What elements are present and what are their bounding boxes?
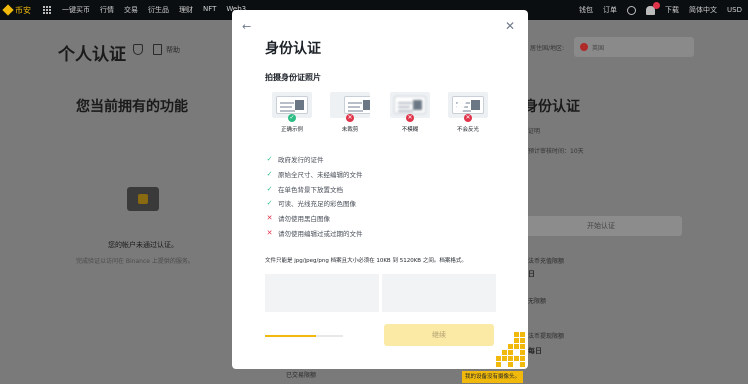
region-label: 居住国/地区: <box>530 45 565 52</box>
nav-item[interactable]: 行情 <box>100 5 114 15</box>
requirement-item: ✕ 请勿使用黑白图像 <box>266 214 330 224</box>
section-title: 拍摄身份证照片 <box>265 73 321 82</box>
nav-item[interactable]: 理财 <box>179 5 193 15</box>
region-value: 英国 <box>592 45 605 52</box>
nav-item[interactable]: 交易 <box>124 5 138 15</box>
upload-front-area[interactable] <box>265 274 379 312</box>
check-icon: ✓ <box>266 184 273 193</box>
requirement-item: ✕ 请勿使用编辑过或过期的文件 <box>266 228 363 238</box>
nav-item[interactable]: NFT <box>203 5 216 15</box>
nav-download[interactable]: 下载 <box>665 5 679 15</box>
withdraw-limit-label: 法币提现限额 <box>528 333 565 340</box>
verification-line: 证明 <box>528 128 541 135</box>
region-select[interactable]: 英国 <box>574 37 694 57</box>
sample-label: 正确示例 <box>280 127 303 133</box>
sample-label: 未裁剪 <box>341 127 359 133</box>
verification-title: 身份认证 <box>524 99 580 115</box>
qr-code-icon[interactable] <box>494 330 528 368</box>
sample-correct: ✓ 正确示例 <box>268 92 316 133</box>
limit-value: 无限额 <box>528 298 547 305</box>
check-icon: ✓ <box>288 114 296 122</box>
sample-label: 不模糊 <box>401 127 419 133</box>
nav-orders[interactable]: 订单 <box>603 5 617 15</box>
verification-modal: ← ✕ 身份认证 拍摄身份证照片 ✓ 正确示例 ✕ 未裁剪 ✕ 不模糊 ✕ 不会… <box>232 10 528 369</box>
start-verification-button[interactable]: 开始认证 <box>520 216 682 236</box>
progress-fill <box>265 335 317 337</box>
shield-icon <box>133 44 143 55</box>
not-verified-text: 您的帐户未通过认证。 <box>108 241 178 249</box>
nav-item[interactable]: 衍生品 <box>148 5 169 15</box>
flag-icon <box>580 43 588 51</box>
nav-wallet[interactable]: 钱包 <box>579 5 593 15</box>
nav-language[interactable]: 简体中文 <box>689 5 717 15</box>
notification-badge <box>653 1 661 9</box>
review-time: 预计审核时间：10天 <box>528 148 584 155</box>
no-camera-link[interactable]: 我的设备没有摄像头。 <box>462 371 524 383</box>
requirement-item: ✓ 在单色背景下放置文档 <box>266 184 343 194</box>
sample-photos: ✓ 正确示例 ✕ 未裁剪 ✕ 不模糊 ✕ 不会反光 <box>268 92 492 138</box>
nav-right: 钱包 订单 下载 简体中文 USD <box>579 1 742 15</box>
close-icon[interactable]: ✕ <box>505 19 515 33</box>
sample-cropped: ✕ 未裁剪 <box>326 92 374 133</box>
withdraw-limit-period: 每日 <box>528 347 542 355</box>
requirement-item: ✓ 原始全尺寸、未经编辑的文件 <box>266 170 363 180</box>
logo-icon <box>2 4 14 16</box>
sample-glare: ✕ 不会反光 <box>444 92 492 133</box>
logo[interactable]: 币安 <box>2 4 31 16</box>
limit-label: 法币充值限额 <box>528 258 565 265</box>
page-title: 个人认证 <box>58 45 126 65</box>
upload-back-area[interactable] <box>382 274 496 312</box>
nav-menu: 一键买币 行情 交易 衍生品 理财 NFT Web3 <box>62 5 246 15</box>
back-arrow-icon[interactable]: ← <box>242 20 251 33</box>
features-title: 您当前拥有的功能 <box>76 99 188 115</box>
sample-blurry: ✕ 不模糊 <box>386 92 434 133</box>
modal-title: 身份认证 <box>265 41 321 57</box>
help-link[interactable]: 帮助 <box>166 45 180 55</box>
continue-button[interactable]: 继续 <box>384 324 494 346</box>
check-icon: ✓ <box>266 170 273 179</box>
cross-icon: ✕ <box>346 114 354 122</box>
requirement-item: ✓ 可读、光线充足的彩色图像 <box>266 199 356 209</box>
cross-icon: ✕ <box>266 214 273 223</box>
sample-label: 不会反光 <box>456 127 479 133</box>
logo-text: 币安 <box>15 5 31 15</box>
cross-icon: ✕ <box>406 114 414 122</box>
not-verified-desc: 完成验证以访问在 Binance 上提供的服务。 <box>76 258 194 265</box>
apps-grid-icon[interactable] <box>43 5 52 15</box>
nav-item[interactable]: 一键买币 <box>62 5 90 15</box>
document-icon[interactable] <box>153 44 162 55</box>
file-format-note: 文件只能是 jpg/jpeg/png 档案且大小必须在 10KB 到 5120K… <box>265 258 467 264</box>
progress-bar <box>265 335 343 337</box>
account-icon[interactable] <box>627 5 637 15</box>
cross-icon: ✕ <box>266 228 273 237</box>
nav-currency[interactable]: USD <box>727 6 742 14</box>
limit-period: 日 <box>528 270 535 278</box>
bottom-link[interactable]: 已交易限额 <box>286 370 316 379</box>
requirements-list: ✓ 政府发行的证件 ✓ 原始全尺寸、未经编辑的文件 ✓ 在单色背景下放置文档 ✓ 可读、… <box>266 152 506 240</box>
requirement-item: ✓ 政府发行的证件 <box>266 155 324 165</box>
cross-icon: ✕ <box>464 114 472 122</box>
id-card-icon <box>127 187 159 211</box>
check-icon: ✓ <box>266 199 273 208</box>
check-icon: ✓ <box>266 155 273 164</box>
notification-icon[interactable] <box>646 1 661 15</box>
